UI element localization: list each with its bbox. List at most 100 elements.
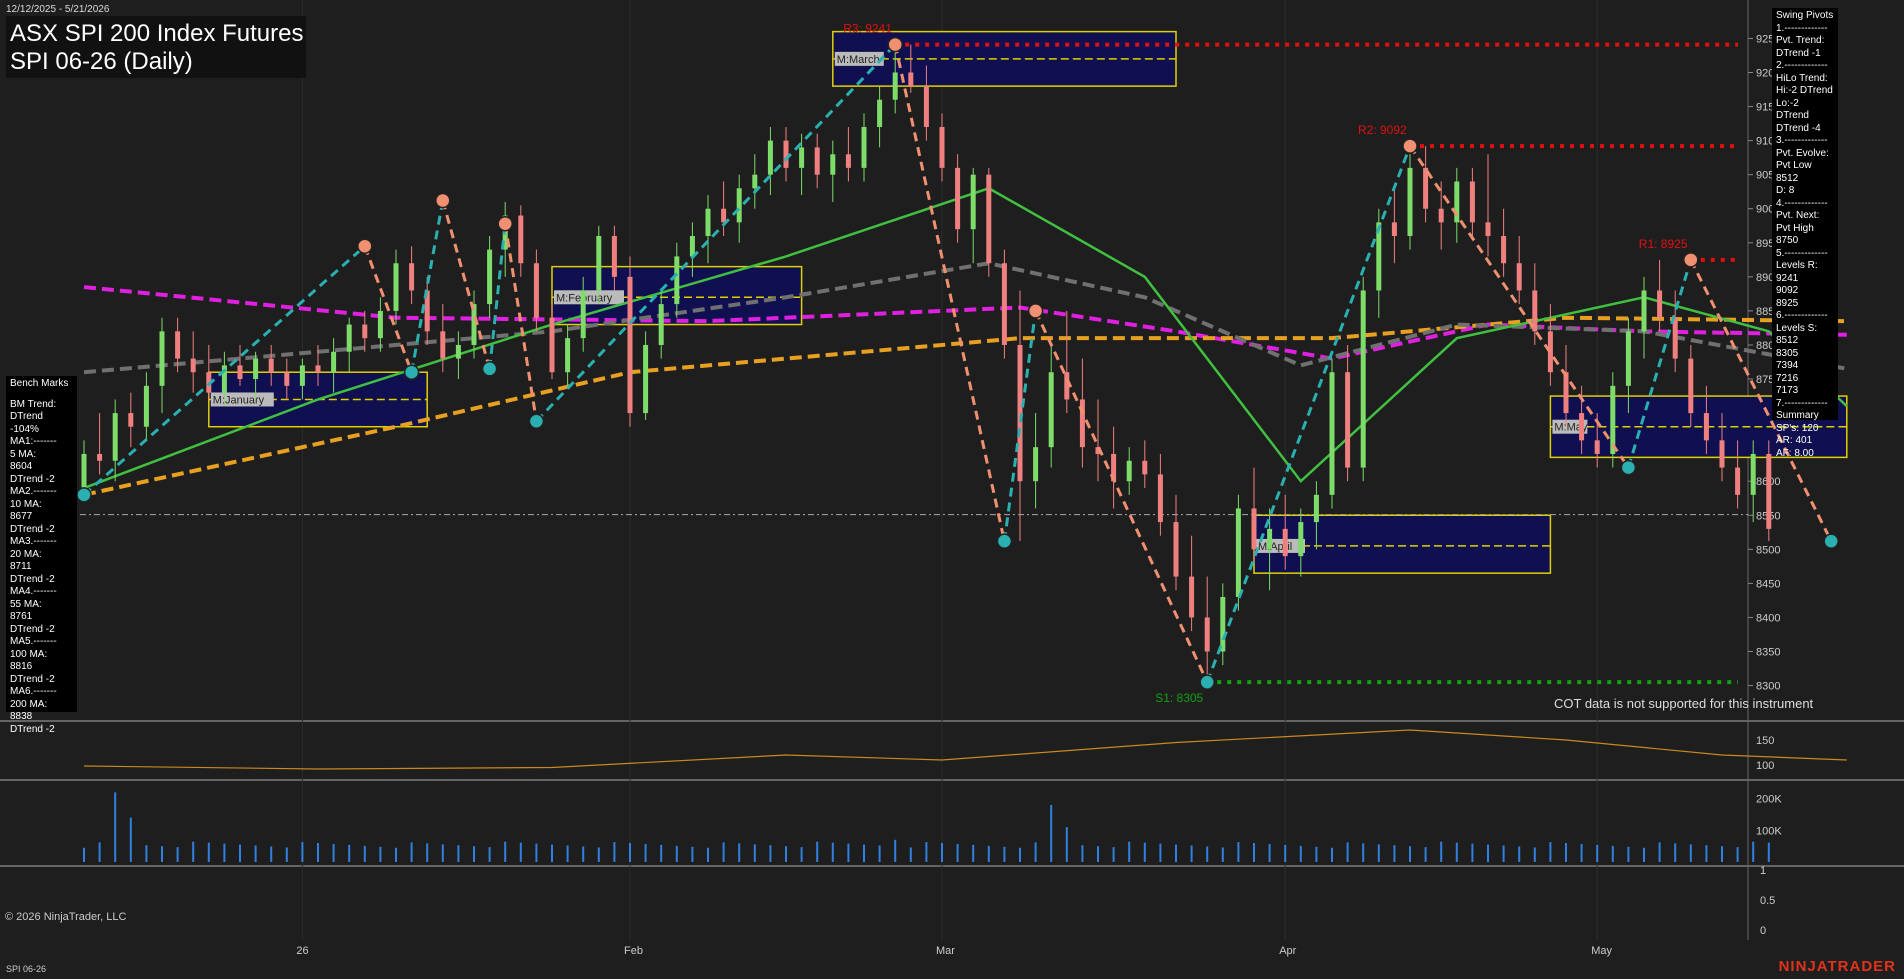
candle-body	[1282, 528, 1288, 557]
swing-pivots-line: 3.-------------	[1776, 135, 1828, 146]
title-box: ASX SPI 200 Index Futures SPI 06-26 (Dai…	[6, 16, 306, 78]
swing-pivots-line: Levels S:	[1776, 322, 1818, 334]
candle-body	[986, 174, 992, 264]
bench-marks-line: MA3.-------	[10, 536, 57, 547]
candle-body	[1235, 508, 1241, 598]
candle-body	[1594, 440, 1600, 454]
swing-pivots-line: Levels R:	[1776, 260, 1818, 271]
x-tick-label: May	[1591, 945, 1612, 957]
swing-pivot-marker	[403, 364, 420, 380]
vpoc-label: M:March	[837, 54, 880, 66]
bench-marks-line: 55 MA:	[10, 598, 42, 610]
bench-marks-line: 100 MA:	[10, 648, 48, 660]
swing-pivots-line: Summary	[1776, 410, 1819, 421]
brand-logo: NINJATRADER	[1778, 958, 1896, 975]
candle-body	[845, 154, 851, 168]
cot-tick-label: 0	[1760, 925, 1766, 937]
level-label: R3: 9241	[843, 22, 892, 36]
bench-marks-line: MA2.-------	[10, 486, 57, 497]
swing-pivot-marker	[528, 413, 545, 430]
candle-body	[596, 235, 602, 291]
candle-body	[611, 235, 617, 277]
candle-body	[565, 338, 571, 373]
swing-pivot-marker	[996, 533, 1013, 549]
candle-body	[1142, 460, 1148, 475]
swing-pivots-line: 4.-------------	[1776, 197, 1828, 209]
candle-body	[1048, 372, 1054, 448]
candle-body	[892, 72, 898, 100]
candle-body	[1766, 453, 1772, 529]
swing-pivot-marker	[76, 487, 92, 503]
candle-body	[1641, 290, 1647, 332]
swing-line	[1205, 145, 1412, 683]
average-range-line	[83, 729, 1847, 770]
swing-pivots-title: Swing Pivots	[1776, 10, 1834, 21]
swing-pivots-line: 2.-------------	[1776, 60, 1828, 71]
swing-pivots-line: Pvt. Next:	[1776, 210, 1820, 221]
y-tick-label: 8400	[1756, 612, 1780, 624]
swing-pivot-marker	[1199, 674, 1215, 690]
date-range: 12/12/2025 - 5/21/2026	[6, 4, 110, 15]
candle-body	[1391, 222, 1397, 236]
candle-body	[1126, 460, 1132, 482]
candle-body	[1501, 235, 1507, 264]
swing-pivot-marker	[887, 36, 903, 53]
swing-pivot-marker	[481, 361, 498, 377]
x-tick-label: Apr	[1279, 945, 1296, 957]
bench-marks-line: DTrend -2	[10, 723, 55, 735]
bench-marks-line: 5 MA:	[10, 448, 37, 460]
bench-marks-line: DTrend -2	[10, 673, 55, 685]
candle-body	[1313, 494, 1319, 523]
candle-body	[955, 167, 961, 230]
swing-pivots-line: Pvt High	[1776, 222, 1814, 234]
candle-body	[1173, 522, 1179, 577]
swing-pivots-line: 7.-------------	[1776, 397, 1828, 409]
candle-body	[721, 208, 727, 223]
candle-body	[830, 154, 836, 175]
candle-body	[1735, 467, 1741, 495]
swing-pivot-marker	[1027, 303, 1044, 319]
candle-body	[190, 358, 196, 373]
swing-pivots-line: 8512	[1776, 335, 1799, 346]
candle-body	[939, 126, 945, 168]
volume-tick-label: 200K	[1756, 794, 1782, 806]
swing-pivot-marker	[357, 238, 373, 254]
candle-body	[877, 99, 883, 127]
candle-body	[440, 331, 446, 359]
candle-body	[1017, 344, 1023, 482]
candle-body	[518, 215, 524, 264]
swing-pivots-line: 6.-------------	[1776, 310, 1828, 321]
bench-marks-line: DTrend -2	[10, 573, 55, 585]
swing-pivots-line: Pvt Low	[1776, 160, 1812, 171]
bench-marks-line: 8761	[10, 611, 33, 622]
candle-body	[1360, 290, 1366, 468]
candle-body	[783, 140, 789, 168]
candle-body	[331, 351, 337, 373]
candle-body	[736, 188, 742, 223]
candle-body	[923, 86, 929, 127]
volume-tick-label: 100K	[1756, 825, 1782, 837]
bench-marks-line: 10 MA:	[10, 498, 42, 510]
copyright: © 2026 NinjaTrader, LLC	[5, 911, 127, 923]
candle-body	[159, 331, 165, 386]
candle-body	[1672, 317, 1678, 359]
swing-pivot-marker	[1402, 138, 1418, 154]
footer-symbol: SPI 06-26	[6, 964, 47, 974]
bench-marks-line: DTrend -2	[10, 473, 55, 485]
swing-pivots-line: 7394	[1776, 360, 1799, 371]
candle-body	[1267, 528, 1273, 550]
candle-body	[1204, 617, 1210, 652]
candle-body	[861, 126, 867, 168]
candle-body	[97, 453, 103, 461]
swing-pivots-line: Pvt. Trend:	[1776, 35, 1825, 46]
candle-body	[1579, 413, 1585, 441]
candle-body	[752, 174, 758, 189]
candle-body	[767, 140, 773, 175]
candle-body	[1157, 474, 1163, 523]
swing-line	[363, 245, 414, 373]
swing-pivots-line: 7216	[1776, 372, 1799, 384]
bench-marks-line: DTrend -2	[10, 623, 55, 635]
vpoc-label: M:January	[213, 394, 265, 406]
bench-marks-line: MA4.-------	[10, 586, 57, 597]
candle-body	[1189, 576, 1195, 618]
